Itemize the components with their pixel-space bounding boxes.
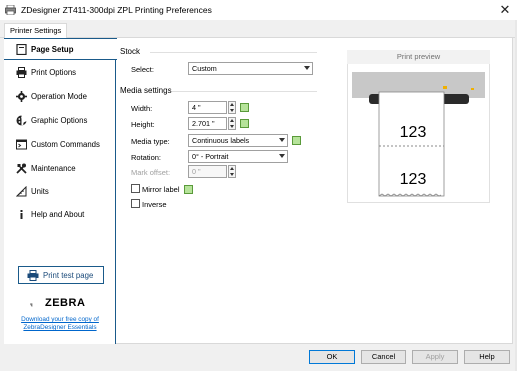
sidebar-item-operation-mode[interactable]: Operation Mode	[4, 86, 115, 108]
spin-down-icon[interactable]	[230, 173, 234, 176]
spin-down-icon[interactable]	[230, 125, 234, 128]
info-icon	[20, 210, 23, 219]
width-lock-icon[interactable]	[240, 103, 249, 112]
spin-up-icon[interactable]	[230, 103, 234, 106]
page-setup-icon	[16, 44, 27, 55]
chevron-down-icon	[279, 154, 285, 158]
mark-offset-label: Mark offset:	[131, 168, 171, 177]
gear-icon	[16, 91, 27, 102]
stock-select[interactable]: Custom	[188, 62, 313, 75]
mirror-label-checkbox[interactable]	[131, 184, 140, 193]
height-spinner[interactable]	[228, 117, 236, 130]
mark-offset-input[interactable]: 0 "	[188, 165, 227, 178]
sidebar-item-help-about[interactable]: Help and About	[4, 204, 115, 226]
printer-light	[443, 86, 447, 89]
tab-strip: Printer Settings	[0, 20, 517, 39]
download-essentials-link[interactable]: Download your free copy of ZebraDesigner…	[10, 316, 110, 332]
commands-icon	[16, 139, 27, 150]
printer-light	[471, 88, 474, 90]
stock-select-value: Custom	[192, 64, 217, 73]
inverse-text: Inverse	[142, 200, 167, 209]
height-lock-icon[interactable]	[240, 119, 249, 128]
sidebar-item-label: Units	[31, 187, 49, 196]
sidebar-item-custom-commands[interactable]: Custom Commands	[4, 134, 115, 156]
sidebar-item-label: Print Options	[31, 68, 77, 77]
rotation-label: Rotation:	[131, 153, 162, 162]
spin-up-icon[interactable]	[230, 119, 234, 122]
sidebar-item-label: Graphic Options	[31, 116, 88, 125]
sidebar-item-label: Page Setup	[31, 45, 74, 54]
mirror-lock-icon[interactable]	[184, 185, 193, 194]
sidebar-item-page-setup[interactable]: Page Setup	[4, 38, 117, 60]
sidebar-item-units[interactable]: Units	[4, 181, 115, 203]
preview-label-text-1: 123	[400, 124, 427, 141]
sidebar-item-label: Operation Mode	[31, 92, 87, 101]
sidebar-item-label: Help and About	[31, 210, 85, 219]
print-test-page-label: Print test page	[43, 271, 94, 280]
preview-label-text-2: 123	[400, 171, 427, 188]
sidebar-item-graphic-options[interactable]: Graphic Options	[4, 110, 115, 132]
media-type-select[interactable]: Continuous labels	[188, 134, 288, 147]
print-preview-header: Print preview	[347, 50, 490, 64]
chevron-down-icon	[279, 138, 285, 142]
inverse-checkbox[interactable]	[131, 199, 140, 208]
title-bar: ZDesigner ZT411-300dpi ZPL Printing Pref…	[0, 0, 517, 20]
sidebar-item-label: Custom Commands	[31, 140, 100, 149]
ok-button[interactable]: OK	[309, 350, 355, 364]
mirror-label-text: Mirror label	[142, 185, 180, 194]
rotation-select[interactable]: 0° - Portrait	[188, 150, 288, 163]
width-label: Width:	[131, 104, 153, 113]
ruler-icon	[16, 186, 27, 197]
sidebar-item-maintenance[interactable]: Maintenance	[4, 158, 115, 180]
media-type-lock-icon[interactable]	[292, 136, 301, 145]
select-label: Select:	[131, 65, 154, 74]
width-spinner[interactable]	[228, 101, 236, 114]
zebra-logo	[30, 303, 33, 307]
rotation-value: 0° - Portrait	[192, 152, 229, 161]
printer-icon	[16, 67, 27, 78]
media-section-title: Media settings	[120, 86, 172, 95]
print-preview-graphic: 123 123	[352, 72, 485, 197]
zebra-wordmark: ZEBRA	[45, 297, 86, 309]
window-title: ZDesigner ZT411-300dpi ZPL Printing Pref…	[21, 5, 212, 15]
spin-down-icon[interactable]	[230, 109, 234, 112]
divider	[172, 91, 317, 92]
divider	[150, 52, 317, 53]
height-input[interactable]: 2.701 "	[188, 117, 227, 130]
mark-offset-spinner[interactable]	[228, 165, 236, 178]
apply-button[interactable]: Apply	[412, 350, 458, 364]
cancel-button[interactable]: Cancel	[361, 350, 406, 364]
tab-printer-settings[interactable]: Printer Settings	[4, 23, 68, 39]
media-type-label: Media type:	[131, 137, 170, 146]
printer-icon	[27, 270, 39, 281]
palette-icon	[16, 115, 27, 126]
chevron-down-icon	[304, 66, 310, 70]
height-label: Height:	[131, 120, 155, 129]
close-button[interactable]: ✕	[494, 1, 516, 19]
help-button[interactable]: Help	[464, 350, 510, 364]
sidebar-item-label: Maintenance	[31, 164, 76, 173]
width-input[interactable]: 4 "	[188, 101, 227, 114]
stock-section-title: Stock	[120, 47, 141, 56]
tools-icon	[16, 163, 27, 174]
spin-up-icon[interactable]	[230, 167, 234, 170]
media-type-value: Continuous labels	[192, 136, 250, 145]
print-test-page-button[interactable]: Print test page	[18, 266, 104, 284]
sidebar-item-print-options[interactable]: Print Options	[4, 62, 115, 84]
printer-app-icon	[5, 5, 16, 15]
